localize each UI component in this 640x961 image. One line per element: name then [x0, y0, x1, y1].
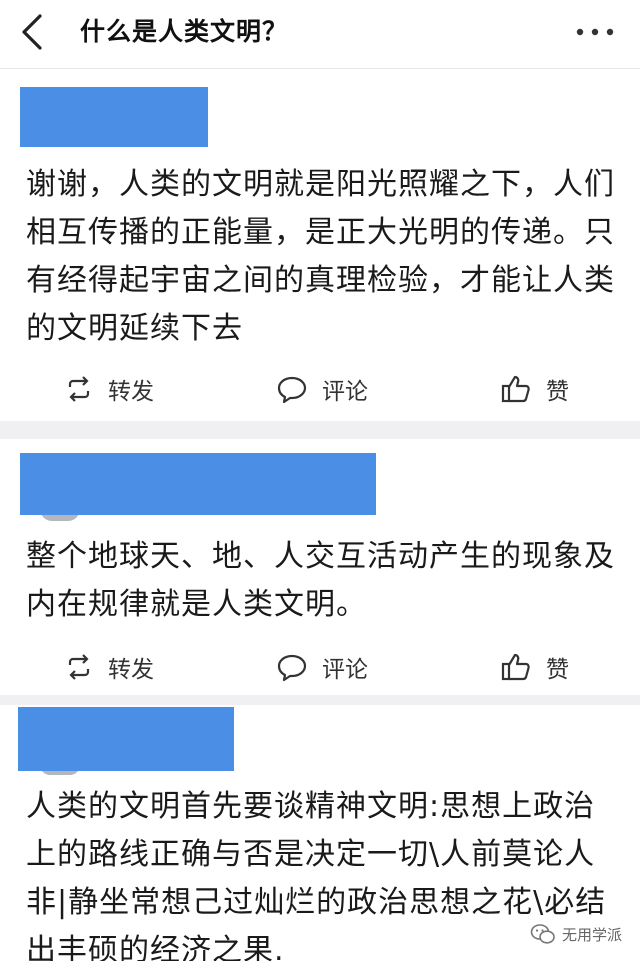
like-button[interactable]: 赞 — [500, 369, 569, 409]
page-title: 什么是人类文明？ — [80, 17, 289, 46]
watermark: 无用学派 — [530, 920, 622, 948]
comment-button[interactable]: 评论 — [276, 369, 368, 409]
answer-actions: 转发 评论 赞 — [0, 369, 640, 409]
redacted-user-info — [18, 707, 234, 771]
repost-button[interactable]: 转发 — [64, 647, 154, 687]
answer-separator — [0, 695, 640, 705]
repost-icon — [68, 654, 90, 680]
chevron-left-icon — [22, 14, 42, 50]
answer-card-2: 整个地球天、地、人交互活动产生的现象及内在规律就是人类文明。 转发 评论 赞 — [0, 439, 640, 695]
like-label: 赞 — [546, 657, 569, 683]
comment-icon — [277, 654, 307, 682]
repost-icon — [68, 376, 90, 402]
redacted-user-info — [20, 87, 208, 147]
thumbs-up-icon — [501, 375, 530, 403]
like-label: 赞 — [546, 379, 569, 405]
answer-separator — [0, 421, 640, 439]
repost-label: 转发 — [108, 657, 154, 683]
answer-text: 整个地球天、地、人交互活动产生的现象及内在规律就是人类文明。 — [26, 539, 615, 622]
watermark-text: 无用学派 — [562, 925, 623, 944]
repost-label: 转发 — [108, 379, 154, 405]
answer-text: 谢谢，人类的文明就是阳光照耀之下，人们相互传播的正能量，是正大光明的传递。只有经… — [26, 167, 615, 346]
wechat-icon — [530, 924, 555, 944]
repost-button[interactable]: 转发 — [64, 369, 154, 409]
comment-icon — [277, 376, 307, 404]
comment-label: 评论 — [322, 379, 368, 405]
top-nav-bar: 什么是人类文明？ — [0, 0, 640, 69]
thumbs-up-icon — [501, 653, 530, 681]
redacted-user-info — [20, 453, 376, 515]
more-button[interactable] — [570, 16, 620, 48]
comment-label: 评论 — [322, 657, 368, 683]
like-button[interactable]: 赞 — [500, 647, 569, 687]
comment-button[interactable]: 评论 — [276, 647, 368, 687]
answer-card-1: 谢谢，人类的文明就是阳光照耀之下，人们相互传播的正能量，是正大光明的传递。只有经… — [0, 69, 640, 421]
more-dots-icon — [576, 28, 614, 36]
back-button[interactable] — [14, 12, 54, 52]
answer-actions: 转发 评论 赞 — [0, 647, 640, 687]
